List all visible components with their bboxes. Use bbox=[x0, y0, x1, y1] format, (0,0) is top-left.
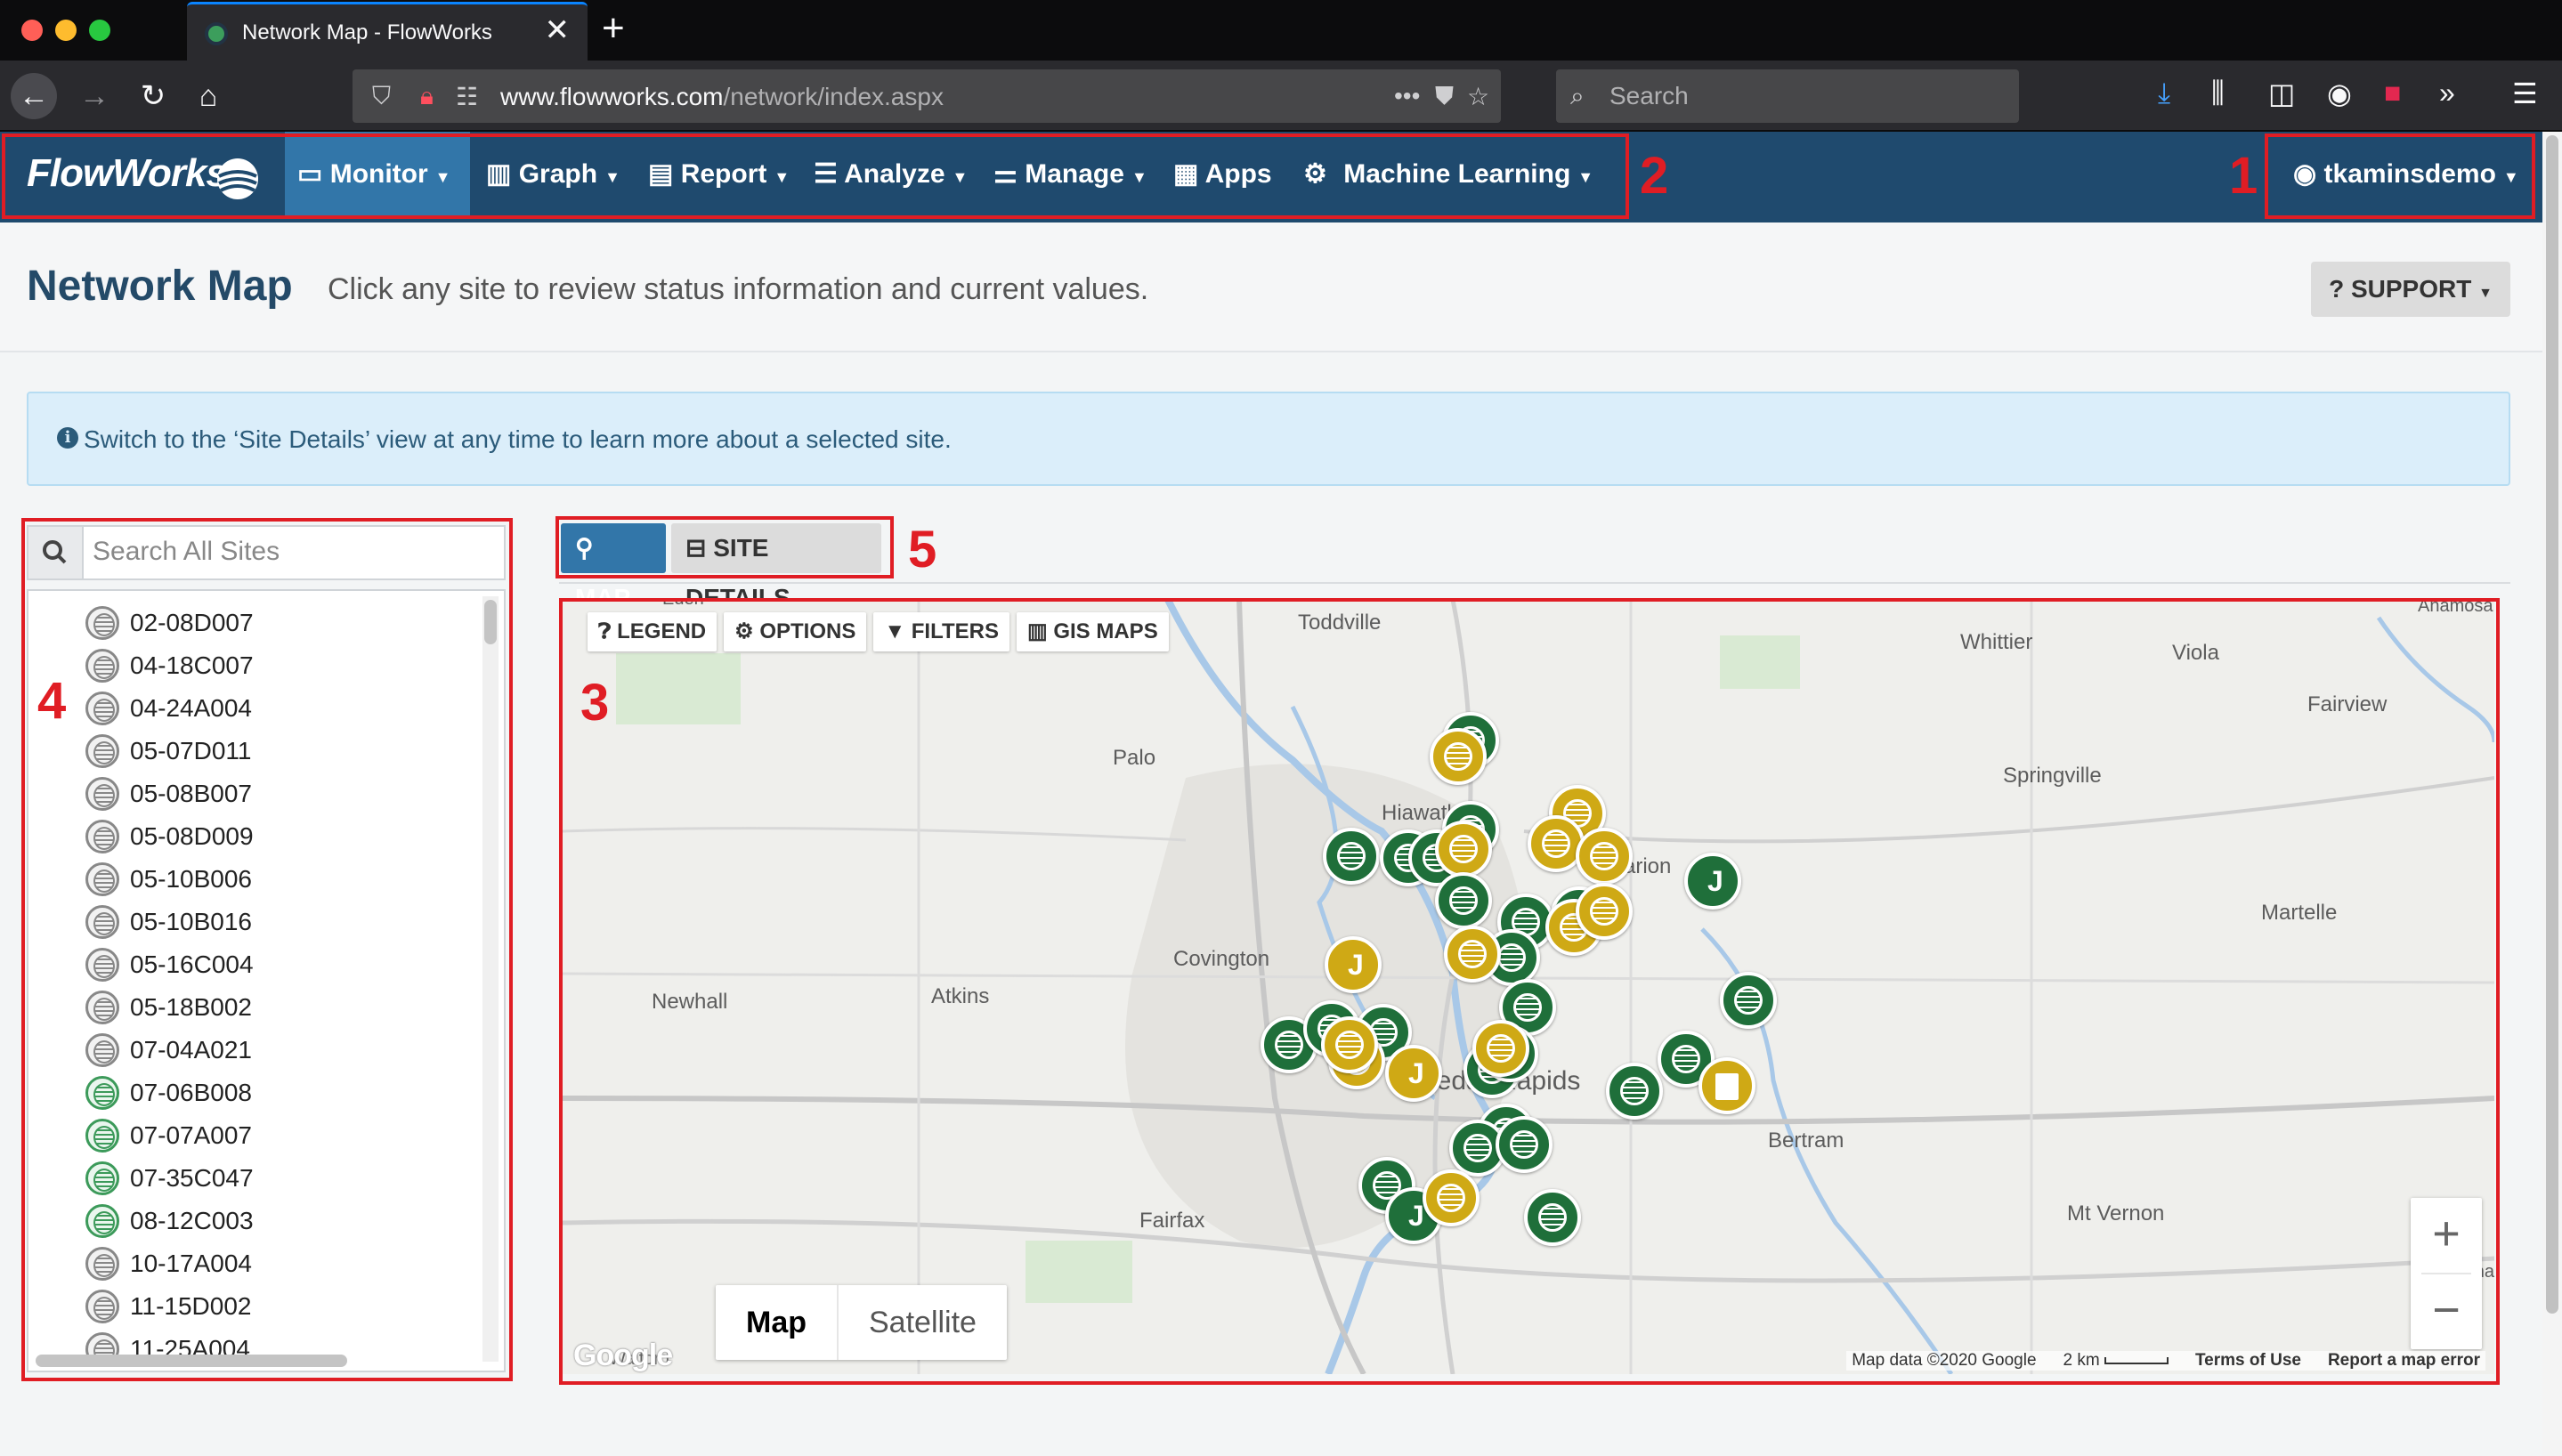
annotation-number-4: 4 bbox=[37, 672, 67, 730]
annotation-box-2 bbox=[2, 133, 1629, 219]
annotation-box-3 bbox=[559, 598, 2500, 1385]
insecure-lock-icon[interactable]: 🔒︎ bbox=[420, 82, 434, 111]
extension-icon[interactable]: ■ bbox=[2384, 77, 2401, 109]
pocket-icon[interactable]: ⛊ bbox=[1435, 82, 1454, 111]
support-button[interactable]: ? SUPPORT ▼ bbox=[2311, 262, 2510, 317]
browser-tab[interactable]: Network Map - FlowWorks ✕ bbox=[187, 2, 588, 61]
scrollbar-thumb[interactable] bbox=[2546, 135, 2558, 1314]
shield-icon[interactable]: ⛉ bbox=[372, 82, 391, 111]
account-icon[interactable]: ◉ bbox=[2327, 77, 2352, 110]
maximize-window-button[interactable] bbox=[89, 20, 110, 41]
menu-icon[interactable]: ☰ bbox=[2512, 77, 2538, 110]
flowworks-favicon-icon bbox=[205, 22, 228, 45]
info-alert: i Switch to the ‘Site Details’ view at a… bbox=[27, 392, 2510, 486]
alert-text: Switch to the ‘Site Details’ view at any… bbox=[84, 425, 952, 453]
browser-search-bar[interactable]: ⌕ Search bbox=[1556, 69, 2019, 123]
url-bar[interactable]: ⛉ 🔒︎ ☷ www.flowworks.com/network/index.a… bbox=[353, 69, 1501, 123]
browser-tab-bar: Network Map - FlowWorks ✕ + bbox=[0, 0, 2562, 61]
search-icon: ⌕ bbox=[1570, 82, 1585, 109]
overflow-icon[interactable]: » bbox=[2439, 77, 2455, 109]
minimize-window-button[interactable] bbox=[55, 20, 77, 41]
reload-icon[interactable]: ↻ bbox=[130, 73, 176, 119]
url-path: /network/index.aspx bbox=[723, 83, 944, 110]
caret-down-icon: ▼ bbox=[2478, 286, 2493, 301]
permissions-icon[interactable]: ☷ bbox=[456, 82, 478, 111]
info-icon: i bbox=[57, 427, 78, 449]
page-title: Network Map bbox=[27, 263, 293, 310]
new-tab-icon[interactable]: + bbox=[602, 9, 625, 48]
close-window-button[interactable] bbox=[21, 20, 43, 41]
bookmark-star-icon[interactable]: ☆ bbox=[1467, 82, 1489, 111]
annotation-number-2: 2 bbox=[1640, 147, 1669, 205]
annotation-number-5: 5 bbox=[908, 521, 937, 578]
home-icon[interactable]: ⌂ bbox=[185, 73, 231, 119]
tab-title: Network Map - FlowWorks bbox=[242, 20, 492, 44]
url-host: www.flowworks.com bbox=[500, 83, 724, 110]
annotation-number-1: 1 bbox=[2229, 147, 2258, 205]
back-arrow-icon[interactable]: ← bbox=[11, 73, 57, 119]
annotation-box-5 bbox=[555, 516, 894, 578]
support-label: SUPPORT bbox=[2350, 275, 2472, 303]
annotation-box-4 bbox=[21, 518, 513, 1381]
divider bbox=[559, 582, 2510, 584]
question-circle-icon: ? bbox=[2329, 275, 2345, 303]
page-header: Network Map Click any site to review sta… bbox=[0, 222, 2542, 352]
download-icon[interactable]: ⤓ bbox=[2158, 77, 2170, 110]
page-subtitle: Click any site to review status informat… bbox=[328, 272, 1149, 306]
annotation-box-1 bbox=[2265, 133, 2535, 219]
browser-toolbar: ← → ↻ ⌂ ⛉ 🔒︎ ☷ www.flowworks.com/network… bbox=[0, 61, 2562, 132]
library-icon[interactable]: ⫼ bbox=[2211, 77, 2225, 110]
more-actions-icon[interactable]: ••• bbox=[1394, 82, 1420, 110]
sidebar-icon[interactable]: ◫ bbox=[2268, 77, 2295, 110]
close-tab-icon[interactable]: ✕ bbox=[545, 15, 571, 45]
forward-arrow-icon[interactable]: → bbox=[71, 73, 118, 119]
browser-search-placeholder: Search bbox=[1609, 82, 1689, 109]
page-scrollbar[interactable] bbox=[2542, 132, 2562, 1456]
annotation-number-3: 3 bbox=[580, 674, 610, 732]
